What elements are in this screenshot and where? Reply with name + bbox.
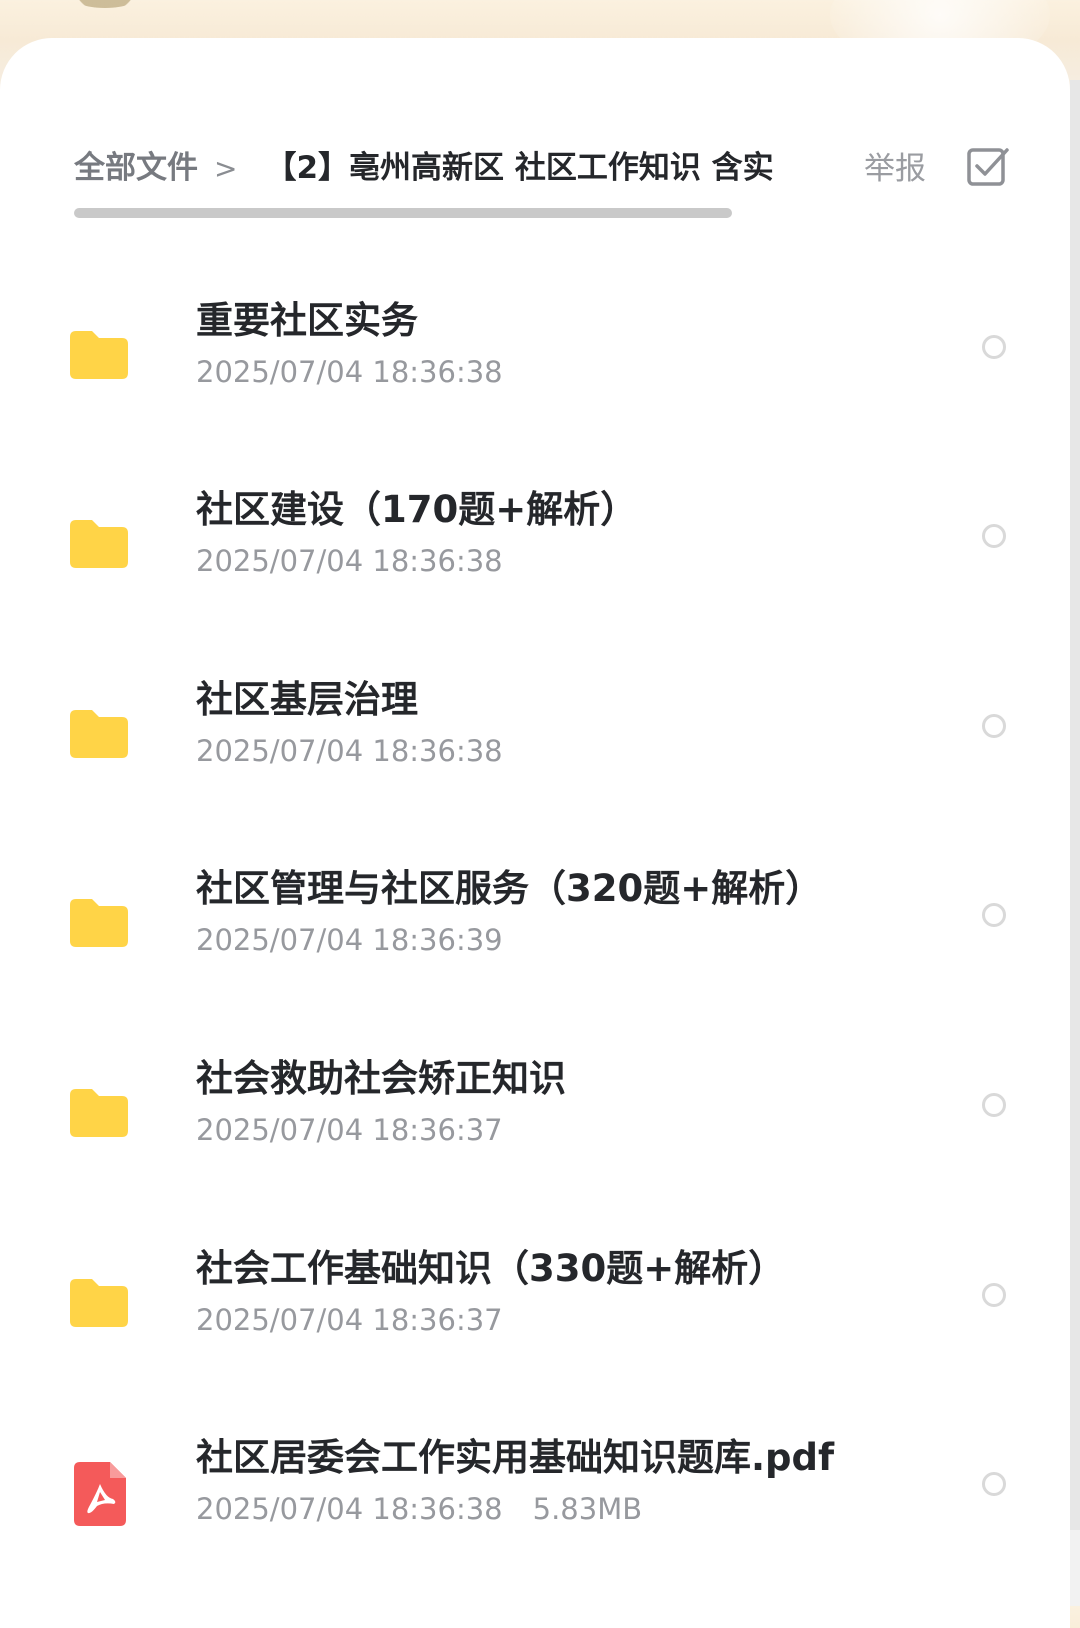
list-item[interactable]: 社会救助社会矫正知识 2025/07/04 18:36:37 <box>0 1053 1060 1243</box>
report-button[interactable]: 举报 <box>864 146 926 192</box>
file-modified-time: 2025/07/04 18:36:38 <box>196 734 503 768</box>
select-radio[interactable] <box>982 524 1006 548</box>
file-size: 5.83MB <box>532 1492 643 1526</box>
pdf-icon <box>66 1462 132 1526</box>
breadcrumb-scrollbar[interactable] <box>74 208 732 218</box>
folder-icon <box>66 514 132 576</box>
breadcrumb-separator: > <box>214 152 238 185</box>
select-radio[interactable] <box>982 1093 1006 1117</box>
file-modified-time: 2025/07/04 18:36:38 <box>196 355 503 389</box>
avatar <box>62 0 148 8</box>
folder-icon <box>66 893 132 955</box>
file-name: 社区基层治理 <box>196 678 418 721</box>
file-name: 社会救助社会矫正知识 <box>196 1057 566 1100</box>
list-item[interactable]: 社区管理与社区服务（320题+解析） 2025/07/04 18:36:39 <box>0 863 1060 1053</box>
breadcrumb-root[interactable]: 全部文件 <box>74 140 198 196</box>
select-radio[interactable] <box>982 903 1006 927</box>
file-modified-time: 2025/07/04 18:36:37 <box>196 1113 503 1147</box>
file-modified-time: 2025/07/04 18:36:37 <box>196 1303 503 1337</box>
select-radio[interactable] <box>982 1472 1006 1496</box>
select-radio[interactable] <box>982 1283 1006 1307</box>
breadcrumb[interactable]: 全部文件 > 【2】亳州高新区 社区工作知识 含实务 <box>74 140 774 196</box>
file-name: 社区建设（170题+解析） <box>196 488 638 531</box>
file-modified-time: 2025/07/04 18:36:39 <box>196 923 503 957</box>
checkbox-check-icon <box>967 148 1009 186</box>
file-meta: 2025/07/04 18:36:37 <box>196 1299 503 1341</box>
list-item[interactable]: 社区基层治理 2025/07/04 18:36:38 <box>0 674 1060 864</box>
file-name: 重要社区实务 <box>196 299 418 342</box>
file-meta: 2025/07/04 18:36:38 <box>196 351 503 393</box>
list-item[interactable]: 重要社区实务 2025/07/04 18:36:38 <box>0 295 1060 485</box>
list-item[interactable]: 社区建设（170题+解析） 2025/07/04 18:36:38 <box>0 484 1060 674</box>
folder-icon <box>66 325 132 387</box>
list-item[interactable]: 社区居委会工作实用基础知识题库.pdf 2025/07/04 18:36:38 5… <box>0 1432 1060 1622</box>
file-meta: 2025/07/04 18:36:38 <box>196 540 503 582</box>
file-modified-time: 2025/07/04 18:36:38 <box>196 1492 503 1526</box>
file-meta: 2025/07/04 18:36:37 <box>196 1109 503 1151</box>
folder-icon <box>66 1273 132 1335</box>
folder-icon <box>66 704 132 766</box>
folder-icon <box>66 1083 132 1145</box>
file-meta: 2025/07/04 18:36:39 <box>196 919 503 961</box>
select-radio[interactable] <box>982 714 1006 738</box>
breadcrumb-current-folder: 【2】亳州高新区 社区工作知识 含实务 <box>265 150 774 186</box>
file-name: 社区居委会工作实用基础知识题库.pdf <box>196 1436 835 1479</box>
file-modified-time: 2025/07/04 18:36:38 <box>196 544 503 578</box>
select-radio[interactable] <box>982 335 1006 359</box>
list-item[interactable]: 社会工作基础知识（330题+解析） 2025/07/04 18:36:37 <box>0 1243 1060 1433</box>
file-meta: 2025/07/04 18:36:38 <box>196 730 503 772</box>
select-all-button[interactable] <box>966 145 1010 189</box>
file-name: 社区管理与社区服务（320题+解析） <box>196 867 823 910</box>
page-scrollbar[interactable] <box>1070 80 1080 1530</box>
file-name: 社会工作基础知识（330题+解析） <box>196 1247 786 1290</box>
file-meta: 2025/07/04 18:36:38 5.83MB <box>196 1488 642 1530</box>
